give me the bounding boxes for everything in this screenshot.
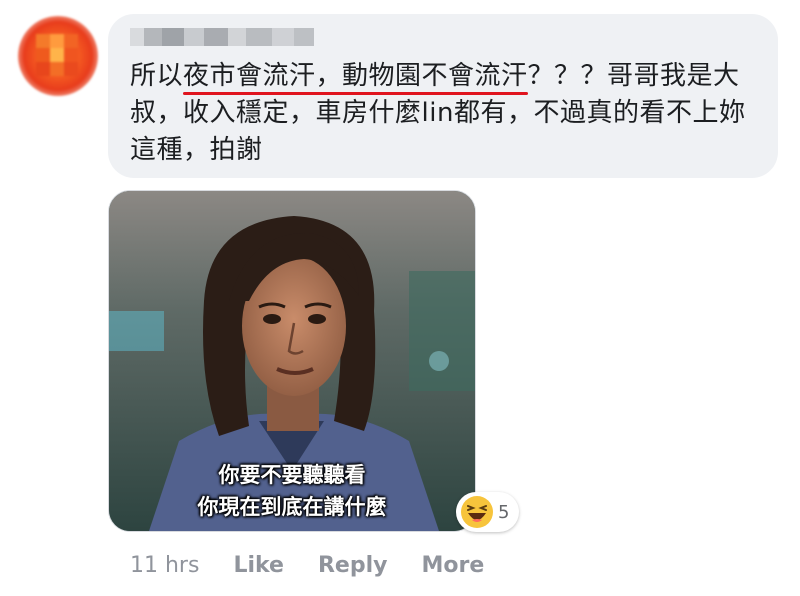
comment-text: 所以夜市會流汗，動物園不會流汗？？？哥哥我是大叔，收入穩定，車房什麼lin都有，… — [130, 58, 760, 169]
meme-caption-line2: 你現在到底在講什麼 — [197, 495, 387, 519]
reaction-count: 5 — [498, 501, 510, 523]
comment-segment: 車房什麼lin都有， — [315, 98, 534, 128]
comment-segment: ？？？哥哥我是 — [527, 61, 714, 91]
timestamp[interactable]: 11 hrs — [130, 553, 199, 578]
author-name-redacted[interactable] — [130, 22, 316, 52]
like-button[interactable]: Like — [233, 553, 284, 578]
reply-button[interactable]: Reply — [318, 553, 388, 578]
comment-segment: 所以 — [130, 61, 184, 91]
more-button[interactable]: More — [421, 553, 484, 578]
reaction-badge[interactable]: 5 — [456, 492, 520, 532]
meme-image[interactable]: 你要不要聽聽看 你現在到底在講什麼 — [108, 190, 476, 532]
haha-emoji-icon — [461, 496, 493, 528]
comment-segment-underlined: 夜市會流汗，動物園不會流汗 — [183, 61, 528, 91]
avatar[interactable] — [18, 16, 98, 96]
meme-caption-line1: 你要不要聽聽看 — [218, 463, 366, 487]
comment-page: 所以夜市會流汗，動物園不會流汗？？？哥哥我是大叔，收入穩定，車房什麼lin都有，… — [0, 0, 800, 596]
comment-actions: 11 hrs Like Reply More — [130, 553, 518, 578]
